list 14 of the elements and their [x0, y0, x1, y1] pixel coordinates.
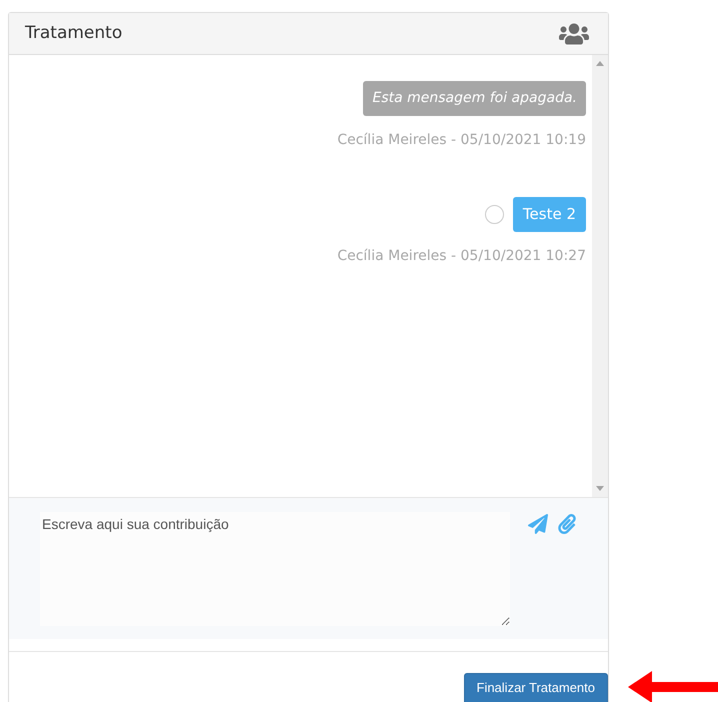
- scrollbar[interactable]: [592, 55, 608, 497]
- paperclip-icon[interactable]: [558, 514, 576, 534]
- users-icon[interactable]: [556, 22, 592, 46]
- message-input[interactable]: Escreva aqui sua contribuição: [40, 512, 510, 626]
- scroll-up-icon[interactable]: [596, 61, 604, 66]
- deleted-message: Esta mensagem foi apagada.: [363, 81, 586, 116]
- message-meta: Cecília Meireles - 05/10/2021 10:27: [337, 246, 586, 266]
- message-bubble: Teste 2: [512, 197, 586, 232]
- message-meta: Cecília Meireles - 05/10/2021 10:19: [337, 131, 586, 150]
- arrow-icon: [628, 671, 718, 702]
- finish-button[interactable]: Finalizar Tratamento: [464, 673, 608, 702]
- send-icon[interactable]: [528, 514, 548, 534]
- scroll-down-icon[interactable]: [596, 486, 604, 491]
- panel-title: Tratamento: [25, 22, 122, 45]
